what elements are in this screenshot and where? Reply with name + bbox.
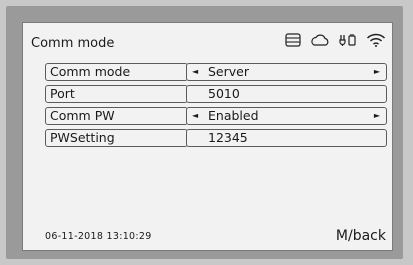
pw-setting-field[interactable]: 12345 — [186, 129, 387, 147]
comm-pw-selector[interactable]: ◄ Enabled ► — [186, 107, 387, 125]
right-arrow-icon[interactable]: ► — [374, 108, 380, 124]
datetime-readout: 06-11-2018 13:10:29 — [45, 231, 152, 242]
row-label: Port — [45, 85, 188, 103]
back-hint[interactable]: M/back — [336, 228, 386, 244]
right-arrow-icon[interactable]: ► — [374, 64, 380, 80]
plug-icon — [339, 33, 357, 47]
wifi-icon — [366, 33, 386, 47]
row-value: 5010 — [208, 86, 240, 101]
screen-title: Comm mode — [31, 36, 115, 51]
menu-row-port[interactable]: Port 5010 — [45, 85, 387, 103]
row-label: Comm mode — [45, 63, 188, 81]
menu-row-comm-mode[interactable]: Comm mode ◄ Server ► — [45, 63, 387, 81]
row-label: PWSetting — [45, 129, 188, 147]
row-value: Server — [208, 64, 249, 79]
row-label: Comm PW — [45, 107, 188, 125]
status-icons — [285, 33, 386, 47]
lcd-screen: Comm mode Comm mode ◄ Server ► Port 5010… — [22, 22, 393, 251]
row-value: Enabled — [208, 108, 259, 123]
comm-mode-selector[interactable]: ◄ Server ► — [186, 63, 387, 81]
menu-row-comm-pw[interactable]: Comm PW ◄ Enabled ► — [45, 107, 387, 125]
row-value: 12345 — [208, 130, 248, 145]
settings-menu: Comm mode ◄ Server ► Port 5010 Comm PW ◄… — [45, 63, 387, 151]
cloud-icon — [310, 33, 330, 47]
storage-icon — [285, 33, 301, 47]
left-arrow-icon[interactable]: ◄ — [192, 64, 198, 80]
menu-row-pw-setting[interactable]: PWSetting 12345 — [45, 129, 387, 147]
port-field[interactable]: 5010 — [186, 85, 387, 103]
left-arrow-icon[interactable]: ◄ — [192, 108, 198, 124]
